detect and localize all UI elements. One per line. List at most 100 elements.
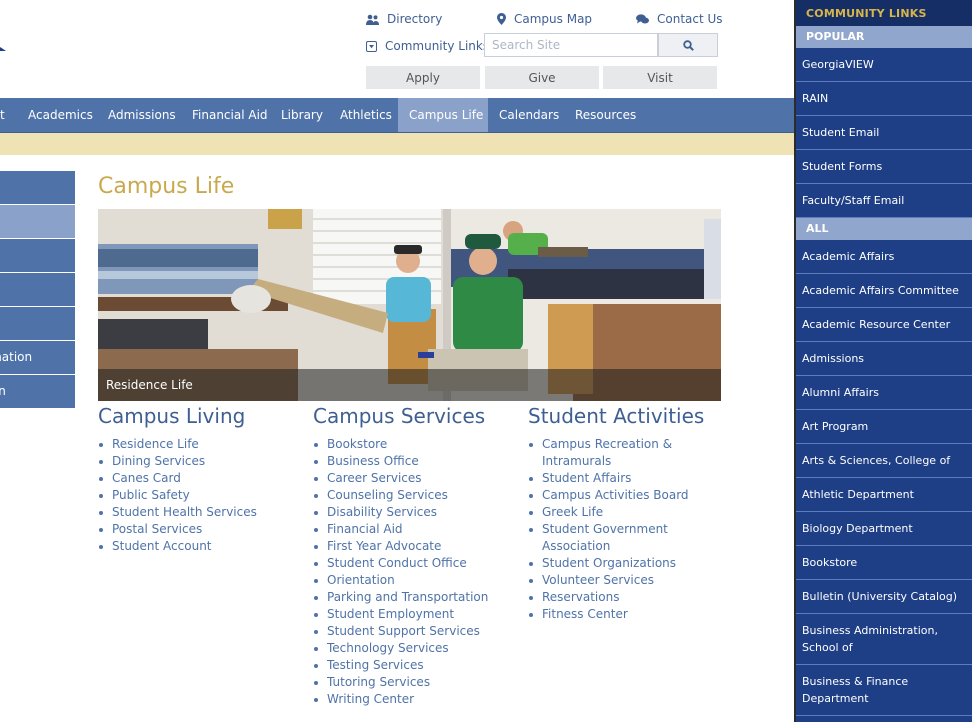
community-link[interactable]: Student Email [796, 116, 972, 150]
nav-item-financial-aid[interactable]: Financial Aid [181, 98, 279, 132]
list-item[interactable]: Student Health Services [99, 504, 298, 521]
community-link[interactable]: Business Administration, School of [796, 614, 972, 665]
list-item[interactable]: First Year Advocate [314, 538, 518, 555]
list-item[interactable]: Student Employment [314, 606, 518, 623]
nav-item-calendars[interactable]: Calendars [488, 98, 570, 132]
apply-button[interactable]: Apply [366, 66, 480, 89]
campus-living-heading: Campus Living [98, 404, 246, 428]
community-link[interactable]: Academic Affairs Committee [796, 274, 972, 308]
community-link[interactable]: Student Forms [796, 150, 972, 184]
list-item[interactable]: Technology Services [314, 640, 518, 657]
contact-us-label: Contact Us [657, 12, 723, 26]
nav-item-academics[interactable]: Academics [17, 98, 104, 132]
campus-map-link[interactable]: Campus Map [497, 12, 592, 26]
list-item[interactable]: Dining Services [99, 453, 298, 470]
give-button[interactable]: Give [485, 66, 599, 89]
community-link[interactable]: RAIN [796, 82, 972, 116]
community-link[interactable]: Faculty/Staff Email [796, 184, 972, 218]
search-button[interactable] [658, 33, 718, 57]
list-item[interactable]: Campus Recreation & Intramurals [529, 436, 708, 470]
caret-square-down-icon [366, 40, 377, 52]
alert-bar [0, 133, 794, 155]
list-item[interactable]: Residence Life [99, 436, 298, 453]
community-links-panel: COMMUNITY LINKS POPULAR GeorgiaVIEW RAIN… [794, 0, 972, 722]
community-links-toggle[interactable]: Community Links [366, 39, 489, 53]
list-item[interactable]: Counseling Services [314, 487, 518, 504]
list-item[interactable]: Student Organizations [529, 555, 708, 572]
subnav-item-active[interactable] [0, 205, 75, 239]
list-item[interactable]: Parking and Transportation [314, 589, 518, 606]
community-link[interactable]: Academic Affairs [796, 240, 972, 274]
logo-fragment-icon [0, 47, 6, 51]
popular-section-label: POPULAR [796, 26, 972, 48]
nav-item-admissions[interactable]: Admissions [97, 98, 187, 132]
list-item[interactable]: Business Office [314, 453, 518, 470]
list-item[interactable]: Student Conduct Office [314, 555, 518, 572]
community-link[interactable]: GeorgiaVIEW [796, 48, 972, 82]
community-link[interactable]: Arts & Sciences, College of [796, 444, 972, 478]
community-link[interactable]: Admissions [796, 342, 972, 376]
nav-item-resources[interactable]: Resources [564, 98, 647, 132]
community-link[interactable]: Athletic Department [796, 478, 972, 512]
list-item[interactable]: Disability Services [314, 504, 518, 521]
search-input[interactable]: Search Site [484, 33, 658, 57]
nav-item-truncated[interactable]: t [0, 98, 16, 132]
community-link[interactable]: Bookstore [796, 546, 972, 580]
list-item[interactable]: Bookstore [314, 436, 518, 453]
list-item[interactable]: Greek Life [529, 504, 708, 521]
list-item[interactable]: Volunteer Services [529, 572, 708, 589]
campus-services-column: Campus Services Bookstore Business Offic… [313, 404, 518, 708]
list-item[interactable]: Fitness Center [529, 606, 708, 623]
page-title: Campus Life [98, 174, 235, 199]
subnav-item[interactable]: ormation [0, 341, 75, 375]
directory-link[interactable]: Directory [366, 12, 442, 26]
community-link[interactable]: Biology Department [796, 512, 972, 546]
community-link[interactable]: Academic Resource Center [796, 308, 972, 342]
student-activities-heading: Student Activities [528, 404, 705, 428]
community-links-title: COMMUNITY LINKS [796, 0, 972, 26]
subnav-item[interactable] [0, 307, 75, 341]
student-activities-column: Student Activities Campus Recreation & I… [528, 404, 708, 623]
users-icon [366, 14, 379, 25]
list-item[interactable]: Reservations [529, 589, 708, 606]
visit-button[interactable]: Visit [603, 66, 717, 89]
list-item[interactable]: Campus Activities Board [529, 487, 708, 504]
nav-item-athletics[interactable]: Athletics [329, 98, 403, 132]
list-item[interactable]: Public Safety [99, 487, 298, 504]
list-item[interactable]: Student Support Services [314, 623, 518, 640]
subnav-item[interactable]: ision [0, 375, 75, 409]
section-subnav: ormation ision [0, 171, 75, 409]
contact-us-link[interactable]: Contact Us [636, 12, 723, 26]
campus-services-heading: Campus Services [313, 404, 486, 428]
nav-item-campus-life[interactable]: Campus Life [398, 98, 488, 132]
directory-label: Directory [387, 12, 443, 26]
main-page: Directory Campus Map Contact Us Communit… [0, 0, 794, 722]
subnav-item[interactable] [0, 171, 75, 205]
campus-map-label: Campus Map [514, 12, 593, 26]
search-icon [682, 39, 694, 51]
list-item[interactable]: Student Affairs [529, 470, 708, 487]
community-link[interactable]: Business & Finance Department [796, 665, 972, 716]
main-nav: t Academics Admissions Financial Aid Lib… [0, 98, 794, 133]
list-item[interactable]: Orientation [314, 572, 518, 589]
list-item[interactable]: Postal Services [99, 521, 298, 538]
list-item[interactable]: Writing Center [314, 691, 518, 708]
comments-icon [636, 13, 649, 23]
list-item[interactable]: Student Government Association [529, 521, 708, 555]
community-links-label: Community Links [385, 39, 490, 53]
list-item[interactable]: Testing Services [314, 657, 518, 674]
subnav-item[interactable] [0, 239, 75, 273]
list-item[interactable]: Canes Card [99, 470, 298, 487]
list-item[interactable]: Student Account [99, 538, 298, 555]
list-item[interactable]: Career Services [314, 470, 518, 487]
community-link[interactable]: Alumni Affairs [796, 376, 972, 410]
list-item[interactable]: Financial Aid [314, 521, 518, 538]
list-item[interactable]: Tutoring Services [314, 674, 518, 691]
community-link[interactable]: Art Program [796, 410, 972, 444]
subnav-item[interactable] [0, 273, 75, 307]
campus-living-column: Campus Living Residence Life Dining Serv… [98, 404, 298, 555]
nav-item-library[interactable]: Library [270, 98, 334, 132]
hero-image: Residence Life [98, 209, 721, 401]
hero-caption: Residence Life [98, 369, 721, 401]
community-link[interactable]: Bulletin (University Catalog) [796, 580, 972, 614]
